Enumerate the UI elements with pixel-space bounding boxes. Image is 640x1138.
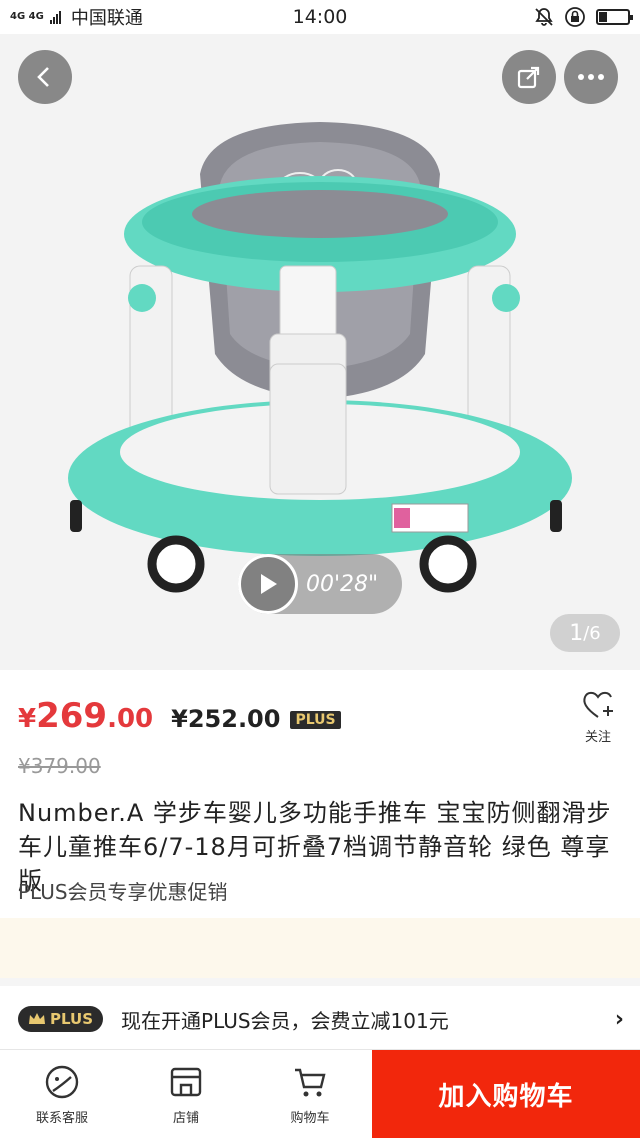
status-bar: 4G 4G 中国联通 14:00 [0,0,640,34]
more-button[interactable] [564,50,618,104]
more-dots-icon [578,74,604,80]
price-symbol: ¥ [18,704,37,734]
chevron-right-icon: › [614,1006,624,1032]
plus-price: ¥252.00 [171,705,281,733]
follow-label: 关注 [584,730,611,745]
notice-band [0,918,640,978]
play-icon [261,574,277,594]
plus-price-tag: PLUS [290,711,341,729]
current-price: ¥269.00 [18,696,153,736]
lock-rotation-icon [565,7,585,27]
bell-muted-icon [535,8,553,26]
tab-customer-service[interactable]: 联系客服 [0,1050,124,1138]
section-divider [0,978,640,986]
play-button[interactable] [238,554,298,614]
video-duration: 00'28" [306,571,379,597]
plus-badge-text: PLUS [50,1010,94,1028]
bottom-action-bar: 联系客服 店铺 购物车 加入购物车 [0,1049,640,1138]
tab-cart[interactable]: 购物车 [248,1050,372,1138]
plus-offer-text: 现在开通PLUS会员，会费立减101元 [121,1008,449,1033]
image-counter-total: /6 [583,622,601,644]
plus-offer-row[interactable]: PLUS 现在开通PLUS会员，会费立减101元 › [18,1000,624,1038]
price-row: ¥269.00 ¥252.00 PLUS [18,696,341,736]
tab-cart-label: 购物车 [290,1110,330,1126]
image-counter-current: 1 [569,620,584,646]
original-price: ¥379.00 [18,754,101,778]
back-button[interactable] [18,50,72,104]
signal-icon [49,10,61,24]
tab-customer-service-label: 联系客服 [35,1110,88,1126]
tab-shop[interactable]: 店铺 [124,1050,248,1138]
crown-icon [29,1013,45,1024]
status-left: 4G 4G 中国联通 [10,4,260,30]
product-gallery[interactable]: 00'28" 1/6 [0,34,640,670]
video-play-pill[interactable]: 00'28" [238,554,402,614]
customer-service-icon [45,1065,79,1098]
share-button[interactable] [502,50,556,104]
back-arrow-icon [37,67,49,87]
image-counter: 1/6 [550,614,620,652]
cart-icon [295,1068,326,1096]
network-indicator: 4G 4G [10,11,44,22]
follow-button[interactable]: 关注 [578,690,618,745]
tab-shop-label: 店铺 [172,1110,199,1126]
battery-level [599,12,607,22]
shop-icon [170,1067,202,1096]
promo-text[interactable]: PLUS会员专享优惠促销 [18,876,228,905]
battery-icon [596,9,633,25]
status-right [534,6,633,28]
carrier-label: 中国联通 [70,8,143,29]
price-integer: 269 [36,696,108,736]
plus-badge: PLUS [18,1006,104,1032]
price-decimal: .00 [107,704,154,734]
share-icon [517,66,540,89]
heart-plus-icon [583,691,613,718]
add-to-cart-button[interactable]: 加入购物车 [372,1050,640,1138]
